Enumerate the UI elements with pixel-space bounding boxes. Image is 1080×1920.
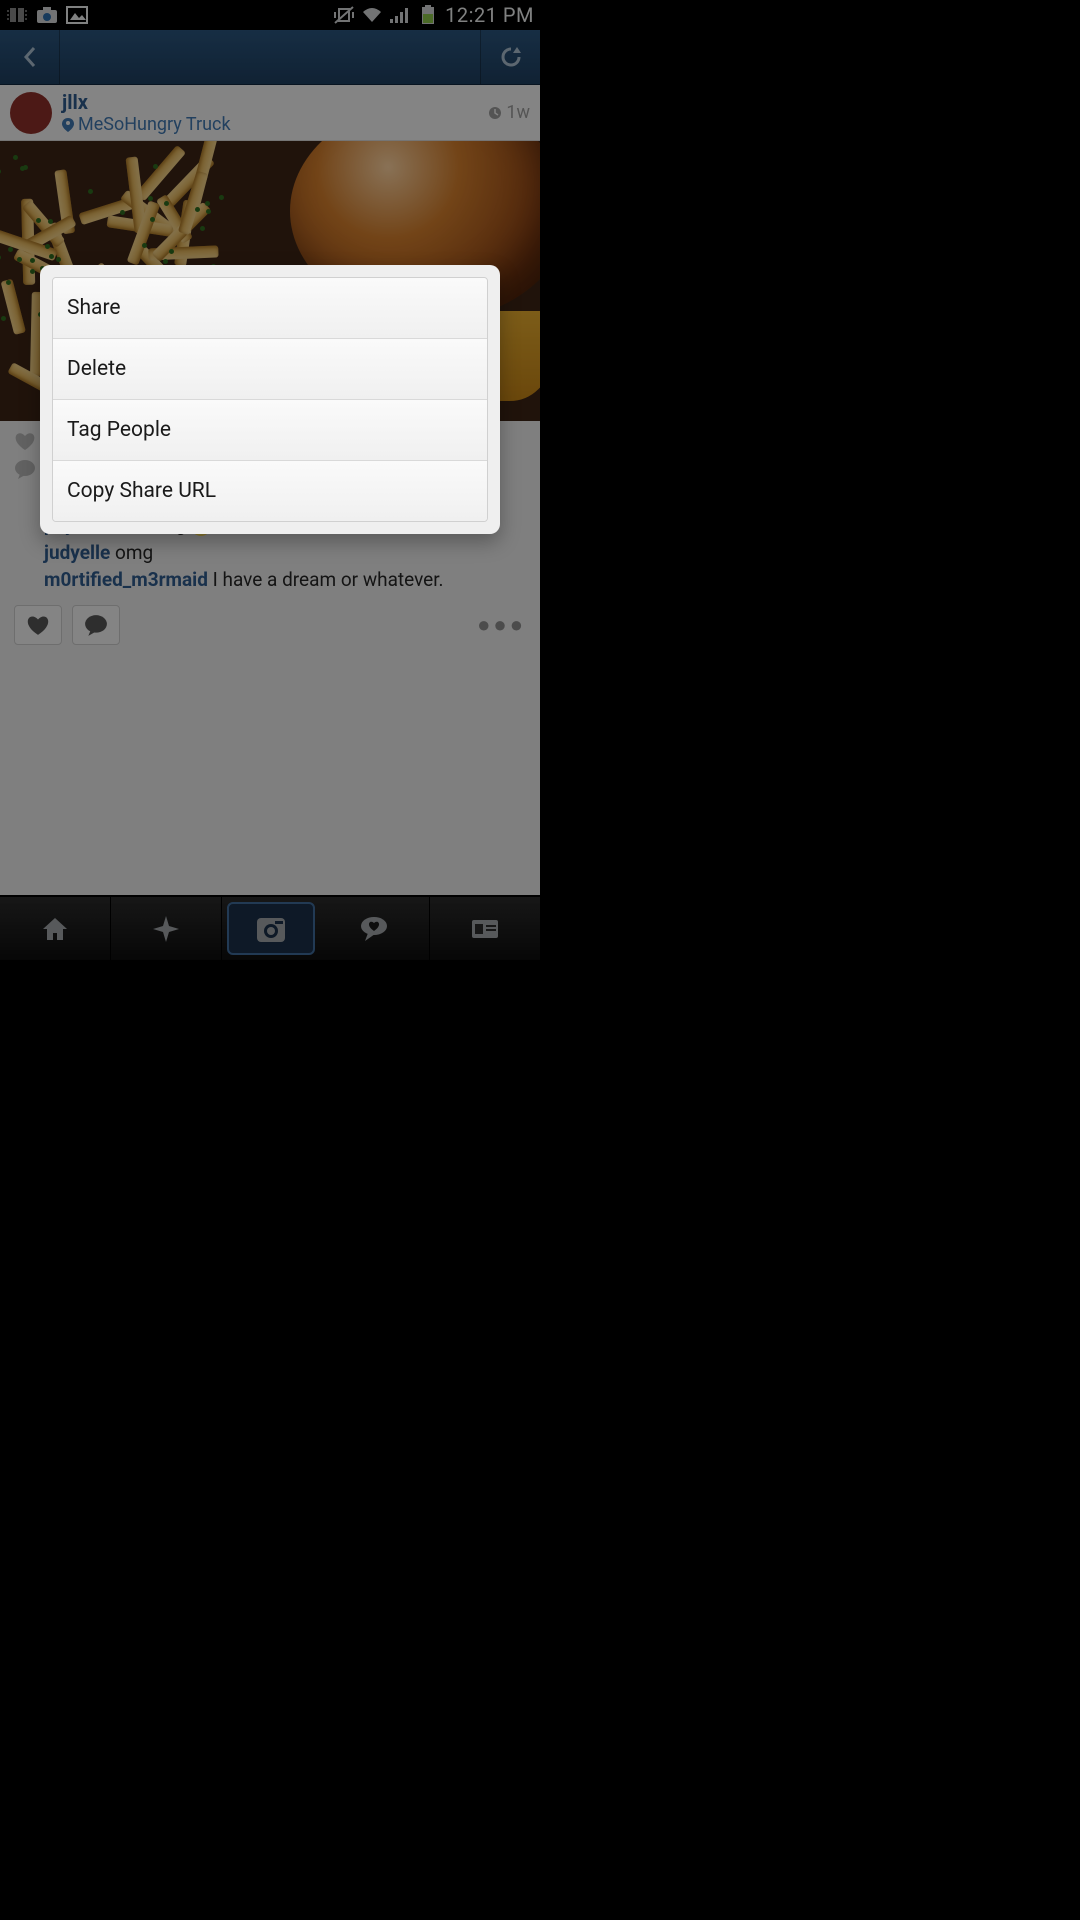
dialog-option-delete[interactable]: Delete xyxy=(53,339,487,400)
dialog-option-tag-people[interactable]: Tag People xyxy=(53,400,487,461)
options-dialog: ShareDeleteTag PeopleCopy Share URL xyxy=(40,265,500,534)
dialog-option-copy-share-url[interactable]: Copy Share URL xyxy=(53,461,487,521)
dialog-option-share[interactable]: Share xyxy=(53,278,487,339)
